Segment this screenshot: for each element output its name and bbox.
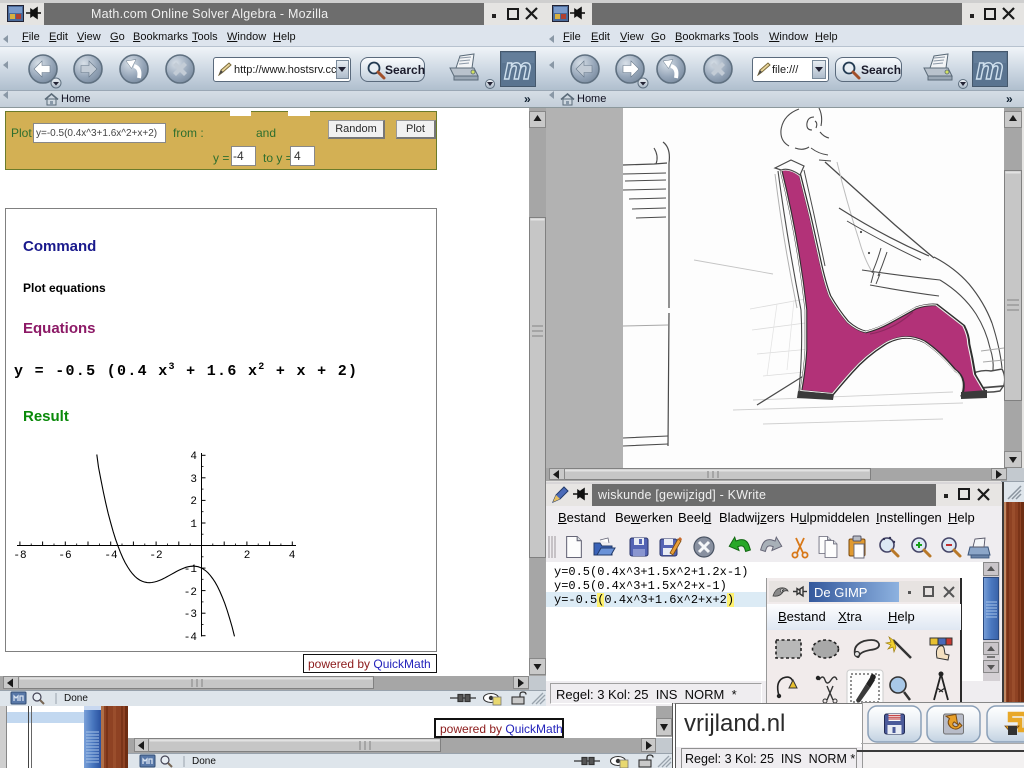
svg-text:-4: -4: [184, 632, 198, 644]
svg-text:-6: -6: [58, 550, 71, 562]
svg-text:m: m: [976, 51, 1004, 86]
svg-text:m: m: [504, 51, 532, 86]
svg-text:-3: -3: [184, 609, 197, 621]
svg-text:2: 2: [190, 496, 197, 508]
svg-text:-2: -2: [149, 550, 162, 562]
svg-text:-8: -8: [13, 550, 26, 562]
svg-text:4: 4: [190, 451, 197, 463]
svg-text:2: 2: [244, 550, 251, 562]
svg-text:1: 1: [190, 519, 197, 531]
svg-text:4: 4: [289, 550, 296, 562]
svg-text:-4: -4: [104, 550, 118, 562]
svg-text:-2: -2: [184, 587, 197, 599]
svg-text:3: 3: [190, 474, 197, 486]
